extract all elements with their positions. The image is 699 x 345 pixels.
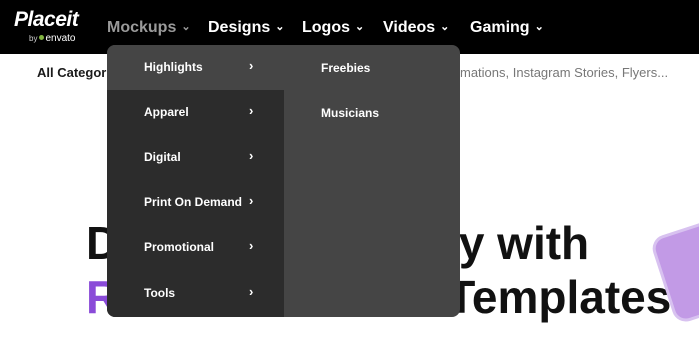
dropdown-item-label: Apparel — [144, 105, 189, 119]
nav-item-mockups[interactable]: Mockups ⌄ — [107, 16, 191, 38]
nav-item-label: Logos — [302, 19, 350, 36]
logo-by-text: by — [29, 34, 38, 43]
mockups-dropdown-menu: Highlights › Apparel › Digital › Print O… — [107, 45, 460, 317]
nav-item-videos[interactable]: Videos ⌄ — [383, 16, 449, 38]
dropdown-item-digital[interactable]: Digital › — [107, 135, 284, 180]
envato-leaf-icon — [39, 35, 45, 40]
chevron-right-icon: › — [249, 148, 254, 163]
dropdown-item-tools[interactable]: Tools › — [107, 271, 284, 316]
chevron-right-icon: › — [249, 193, 254, 208]
submenu-item-freebies[interactable]: Freebies — [321, 60, 370, 80]
chevron-right-icon: › — [249, 238, 254, 253]
chevron-down-icon: ⌄ — [534, 21, 544, 33]
logo-envato-text: envato — [45, 33, 76, 44]
chevron-right-icon: › — [249, 103, 254, 118]
chevron-down-icon: ⌄ — [181, 21, 191, 33]
chevron-down-icon: ⌄ — [275, 21, 285, 33]
dropdown-item-label: Tools — [144, 286, 176, 300]
nav-item-designs[interactable]: Designs ⌄ — [208, 16, 284, 38]
dropdown-item-label: Digital — [144, 150, 181, 164]
hero-line-2-end: Templates! — [447, 271, 687, 323]
dropdown-item-highlights[interactable]: Highlights › — [107, 45, 284, 90]
nav-item-label: Mockups — [107, 19, 177, 36]
placeit-logo[interactable]: Placeit by envato — [14, 8, 94, 46]
dropdown-item-label: Print On Demand — [144, 195, 243, 209]
dropdown-item-print-on-demand[interactable]: Print On Demand › — [107, 180, 284, 225]
nav-item-logos[interactable]: Logos ⌄ — [302, 16, 364, 38]
chevron-right-icon: › — [249, 284, 254, 299]
logo-wordmark: Placeit — [14, 8, 79, 31]
chevron-down-icon: ⌄ — [440, 21, 450, 33]
chevron-down-icon: ⌄ — [355, 21, 365, 33]
logo-byline: by envato — [29, 33, 75, 45]
dropdown-item-label: Highlights — [144, 60, 203, 74]
submenu-item-musicians[interactable]: Musicians — [321, 105, 379, 125]
nav-item-gaming[interactable]: Gaming ⌄ — [470, 16, 544, 38]
nav-item-label: Gaming — [470, 19, 530, 36]
search-input-placeholder[interactable]: mations, Instagram Stories, Flyers... — [460, 65, 668, 81]
dropdown-item-label: Promotional — [144, 240, 215, 254]
nav-item-label: Videos — [383, 19, 436, 36]
chevron-right-icon: › — [249, 58, 254, 73]
nav-item-label: Designs — [208, 19, 271, 36]
dropdown-item-promotional[interactable]: Promotional › — [107, 225, 284, 270]
dropdown-item-apparel[interactable]: Apparel › — [107, 90, 284, 135]
